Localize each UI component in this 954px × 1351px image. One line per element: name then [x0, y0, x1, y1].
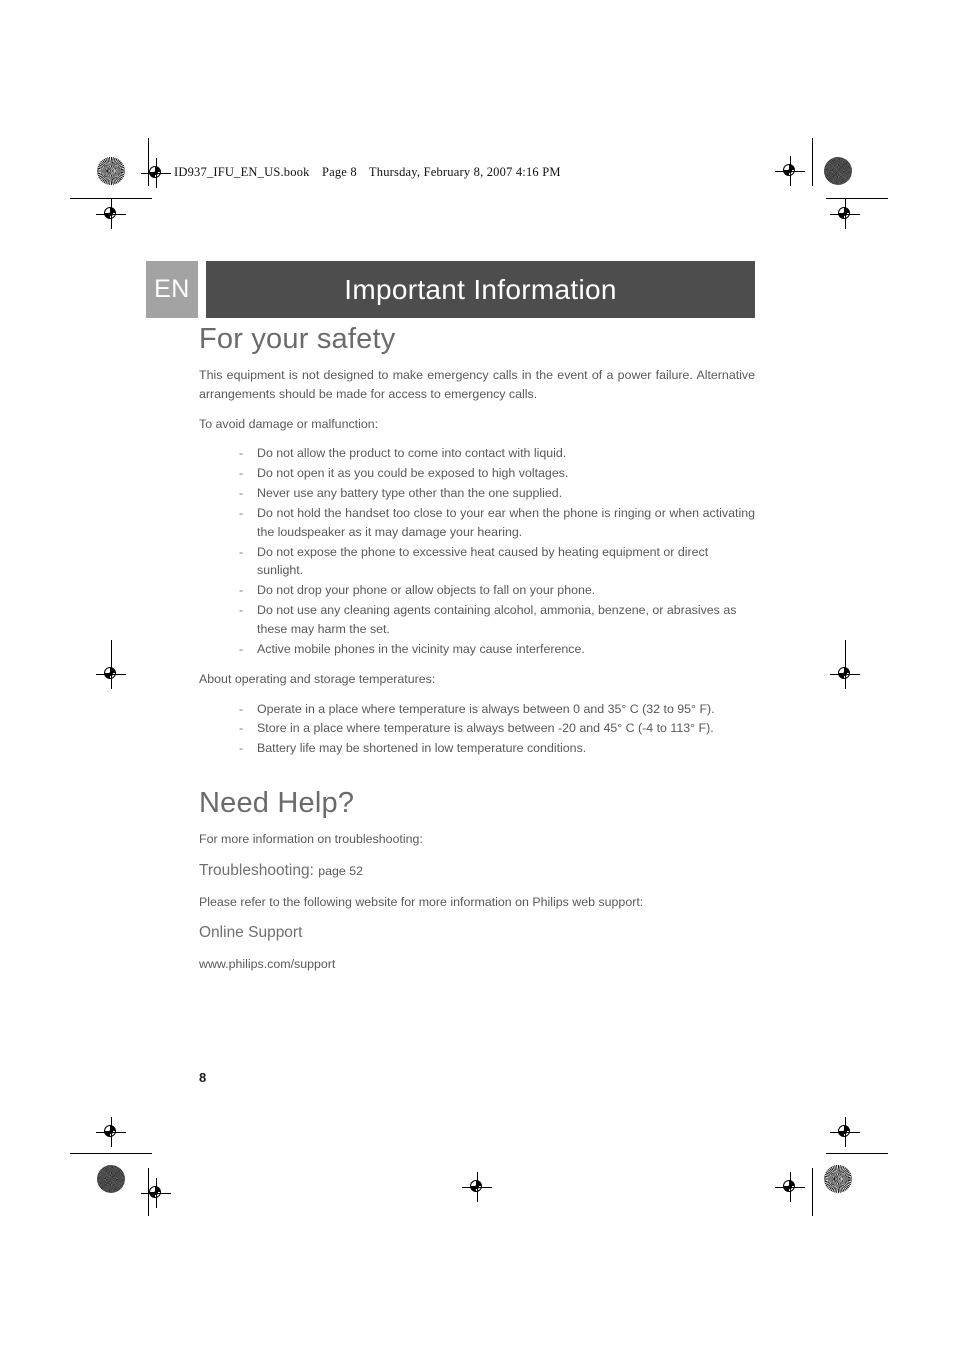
list-item: Do not open it as you could be exposed t…	[235, 464, 755, 483]
list-item: Battery life may be shortened in low tem…	[235, 739, 755, 758]
safety-bullet-list-damage: Do not allow the product to come into co…	[199, 444, 755, 658]
list-item: Store in a place where temperature is al…	[235, 719, 755, 738]
support-url: www.philips.com/support	[199, 957, 336, 972]
list-item: Operate in a place where temperature is …	[235, 700, 755, 719]
safety-lead-temperature: About operating and storage temperatures…	[199, 671, 436, 686]
chapter-title-bar: EN Important Information	[146, 261, 755, 318]
page-title: Important Information	[206, 261, 755, 318]
list-item: Never use any battery type other than th…	[235, 484, 755, 503]
page-number: 8	[199, 1070, 207, 1085]
list-item: Do not allow the product to come into co…	[235, 444, 755, 463]
online-support-label: Online Support	[199, 924, 303, 942]
troubleshooting-page: page 52	[318, 863, 363, 878]
list-item: Do not use any cleaning agents containin…	[235, 601, 755, 639]
safety-bullet-list-temperature: Operate in a place where temperature is …	[199, 700, 755, 759]
list-item: Do not expose the phone to excessive hea…	[235, 543, 755, 581]
safety-intro-paragraph: This equipment is not designed to make e…	[199, 367, 755, 401]
list-item: Active mobile phones in the vicinity may…	[235, 640, 755, 659]
troubleshooting-label: Troubleshooting:	[199, 861, 314, 879]
page-content: For your safety This equipment is not de…	[199, 323, 755, 985]
troubleshooting-reference: Troubleshooting: page 52	[199, 860, 755, 882]
safety-lead-damage: To avoid damage or malfunction:	[199, 416, 379, 431]
document-page: EN Important Information For your safety…	[0, 0, 954, 1351]
list-item: Do not drop your phone or allow objects …	[235, 581, 755, 600]
section-heading-safety: For your safety	[199, 323, 396, 355]
web-support-intro: Please refer to the following website fo…	[199, 894, 644, 909]
need-help-intro: For more information on troubleshooting:	[199, 831, 423, 846]
section-heading-need-help: Need Help?	[199, 787, 355, 820]
list-item: Do not hold the handset too close to you…	[235, 504, 755, 542]
language-badge: EN	[146, 261, 198, 318]
